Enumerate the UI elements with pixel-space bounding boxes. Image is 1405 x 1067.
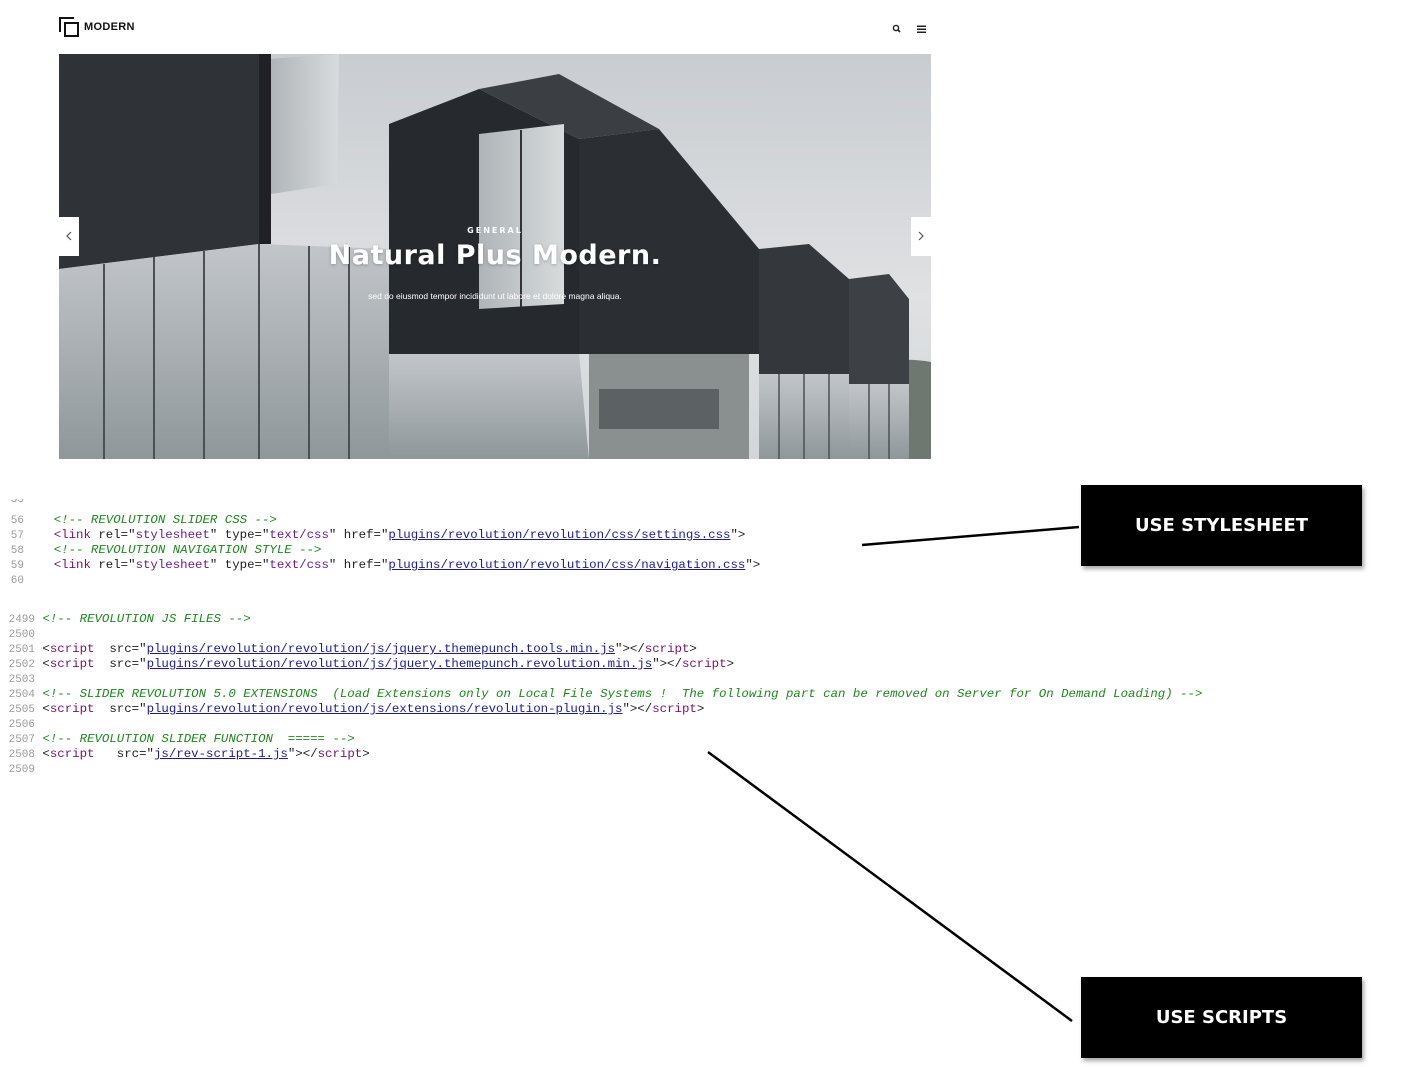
- slider-next-button[interactable]: [911, 217, 931, 256]
- line-number: 2507: [8, 734, 35, 746]
- hero-subtitle: GENERAL: [467, 226, 523, 235]
- code-line: 59 <link rel="stylesheet" type="text/css…: [0, 558, 760, 573]
- line-number: 2506: [8, 719, 35, 731]
- code-line: 2509: [0, 762, 35, 772]
- code-line: 2505 <script src="plugins/revolution/rev…: [0, 702, 705, 717]
- code-line: 2502 <script src="plugins/revolution/rev…: [0, 657, 734, 672]
- code-string: stylesheet: [135, 528, 210, 542]
- code-link[interactable]: plugins/revolution/revolution/css/naviga…: [388, 558, 745, 572]
- scripts-code-snippet: 2499 <!-- REVOLUTION JS FILES --> 2500 2…: [0, 612, 1330, 772]
- logo-text: MODERN: [84, 21, 135, 33]
- line-number: 2501: [8, 644, 35, 656]
- code-string: stylesheet: [135, 558, 210, 572]
- line-number: 2502: [8, 659, 35, 671]
- line-number: 60: [10, 575, 24, 585]
- line-number: 2500: [8, 629, 35, 641]
- use-scripts-callout: USE SCRIPTS: [1081, 977, 1362, 1058]
- code-line: 2500: [0, 627, 35, 642]
- code-link[interactable]: plugins/revolution/revolution/js/extensi…: [147, 702, 623, 716]
- line-number: 2499: [8, 614, 35, 626]
- slider-prev-button[interactable]: [59, 217, 79, 256]
- line-number: 58: [10, 545, 24, 557]
- line-number: 56: [10, 515, 24, 527]
- code-tag: <link: [53, 558, 91, 572]
- code-comment: <!-- REVOLUTION SLIDER CSS -->: [53, 513, 277, 527]
- logo[interactable]: MODERN: [59, 17, 135, 37]
- code-tag: <link: [53, 528, 91, 542]
- chevron-right-icon: [917, 228, 925, 246]
- code-bracket: >: [752, 558, 761, 572]
- use-stylesheet-callout: USE STYLESHEET: [1081, 485, 1362, 566]
- code-link[interactable]: js/rev-script-1.js: [154, 747, 288, 761]
- code-string: text/css: [269, 558, 329, 572]
- code-line: 2506: [0, 717, 35, 732]
- line-number: 55: [10, 499, 24, 506]
- hamburger-menu-icon[interactable]: [915, 22, 929, 36]
- line-number: 2509: [8, 764, 35, 772]
- line-number: 2508: [8, 749, 35, 761]
- line-number: 57: [10, 530, 24, 542]
- code-line: 60: [0, 573, 24, 585]
- line-number: 2503: [8, 674, 35, 686]
- line-number: 2505: [8, 704, 35, 716]
- code-comment: <!-- SLIDER REVOLUTION 5.0 EXTENSIONS (L…: [42, 687, 1203, 701]
- code-line: 56 <!-- REVOLUTION SLIDER CSS -->: [0, 513, 277, 528]
- code-bracket: >: [737, 528, 746, 542]
- code-comment: <!-- REVOLUTION JS FILES -->: [42, 612, 251, 626]
- code-string: text/css: [269, 528, 329, 542]
- code-comment: <!-- REVOLUTION SLIDER FUNCTION ===== --…: [42, 732, 355, 746]
- code-link[interactable]: plugins/revolution/revolution/css/settin…: [388, 528, 730, 542]
- code-line: 2503: [0, 672, 35, 687]
- code-line: 58 <!-- REVOLUTION NAVIGATION STYLE -->: [0, 543, 322, 558]
- code-link[interactable]: plugins/revolution/revolution/js/jquery.…: [147, 642, 615, 656]
- code-line: 2504 <!-- SLIDER REVOLUTION 5.0 EXTENSIO…: [0, 687, 1203, 702]
- code-line: 2508 <script src="js/rev-script-1.js"></…: [0, 747, 370, 762]
- code-comment: <!-- REVOLUTION NAVIGATION STYLE -->: [53, 543, 322, 557]
- line-number: 59: [10, 560, 24, 572]
- logo-icon: [59, 17, 79, 37]
- code-line: 2501 <script src="plugins/revolution/rev…: [0, 642, 697, 657]
- hero-title: Natural Plus Modern.: [328, 240, 662, 271]
- site-header: MODERN: [59, 16, 931, 42]
- chevron-left-icon: [65, 228, 73, 246]
- search-icon[interactable]: [890, 22, 904, 36]
- code-link[interactable]: plugins/revolution/revolution/js/jquery.…: [147, 657, 653, 671]
- line-number: 2504: [8, 689, 35, 701]
- code-line: 2499 <!-- REVOLUTION JS FILES -->: [0, 612, 251, 627]
- hero-slider: GENERAL Natural Plus Modern. sed do eius…: [59, 54, 931, 459]
- hero-description: sed do eiusmod tempor incididunt ut labo…: [368, 291, 622, 301]
- code-line: 57 <link rel="stylesheet" type="text/css…: [0, 528, 746, 543]
- stylesheet-code-snippet: 55 56 <!-- REVOLUTION SLIDER CSS --> 57 …: [0, 499, 900, 585]
- code-line: 2507 <!-- REVOLUTION SLIDER FUNCTION ===…: [0, 732, 355, 747]
- code-line: 55: [0, 499, 24, 507]
